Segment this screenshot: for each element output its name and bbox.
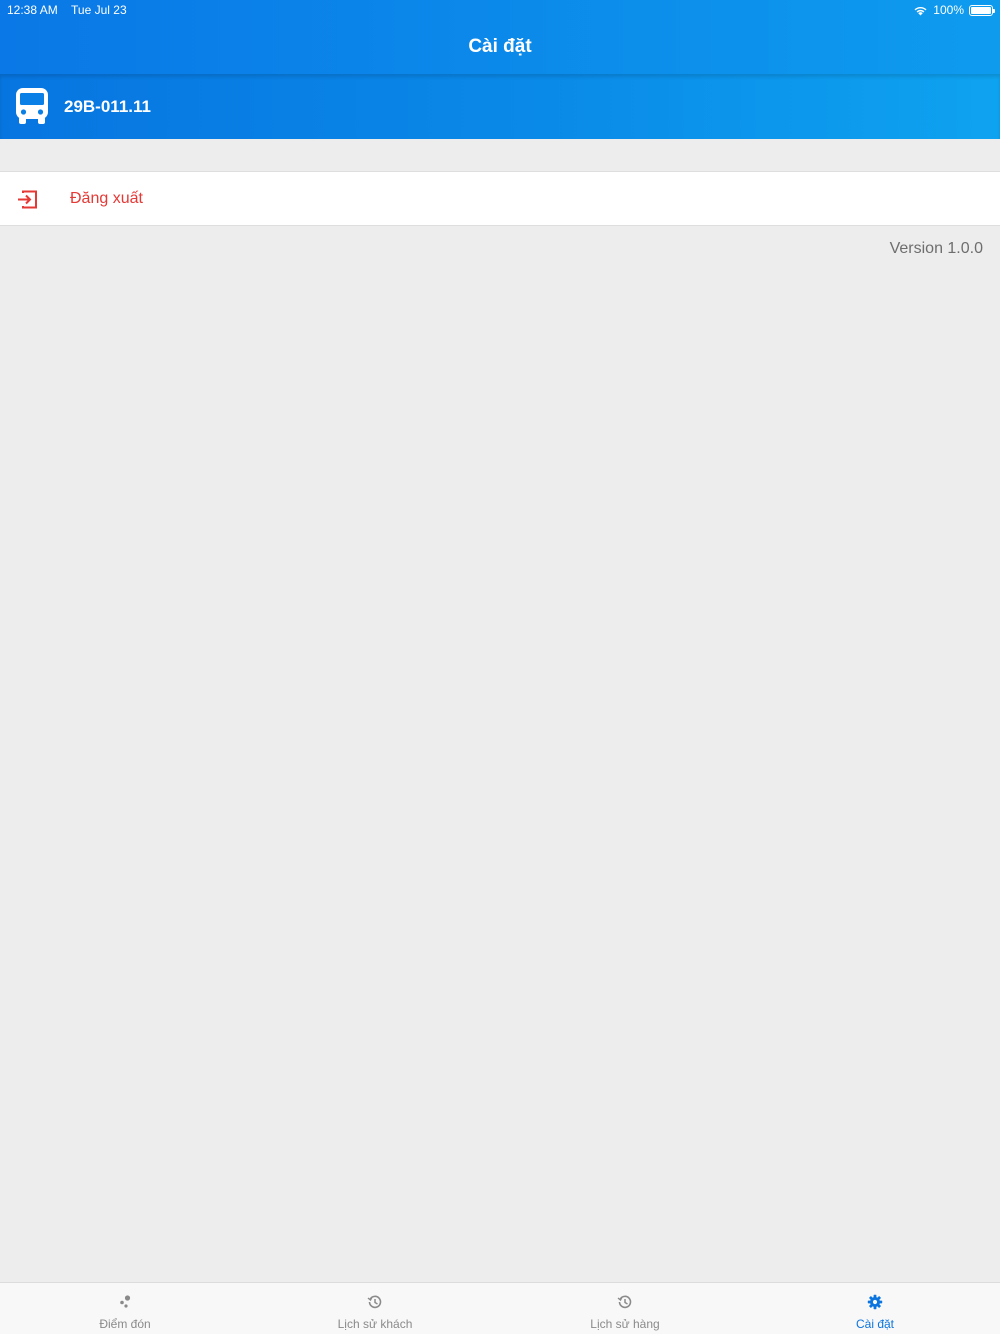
tab-label: Cài đặt	[855, 1317, 895, 1331]
vehicle-info-bar: 29B-011.11	[0, 74, 1000, 139]
battery-level	[971, 6, 991, 14]
logout-button[interactable]: Đăng xuất	[0, 171, 1000, 226]
gear-icon	[867, 1294, 883, 1310]
vehicle-plate: 29B-011.11	[64, 97, 151, 116]
wifi-icon	[914, 6, 927, 15]
logout-icon	[18, 190, 37, 209]
status-date: Tue Jul 23	[71, 3, 127, 17]
tab-pickup-points[interactable]: Điểm đón	[0, 1283, 250, 1334]
app-screen: 12:38 AM Tue Jul 23 100% Cài đặt 29B-011…	[0, 0, 1000, 1334]
tab-label: Điểm đón	[99, 1317, 151, 1331]
tab-bar: Điểm đón Lịch sử khách Lịch sử hàng Cài …	[0, 1282, 1000, 1334]
status-bar: 12:38 AM Tue Jul 23 100%	[0, 0, 1000, 20]
tab-settings[interactable]: Cài đặt	[750, 1283, 1000, 1334]
top-header: 12:38 AM Tue Jul 23 100% Cài đặt	[0, 0, 1000, 74]
page-title: Cài đặt	[468, 36, 532, 57]
tab-customer-history[interactable]: Lịch sử khách	[250, 1283, 500, 1334]
logout-label: Đăng xuất	[70, 190, 143, 207]
version-text: Version 1.0.0	[889, 240, 983, 257]
status-time: 12:38 AM	[7, 3, 58, 17]
bus-icon	[16, 88, 48, 124]
battery-icon	[969, 4, 995, 16]
tab-label: Lịch sử khách	[337, 1317, 413, 1331]
pickup-points-icon	[120, 1295, 131, 1308]
history-icon	[367, 1295, 382, 1309]
tab-label: Lịch sử hàng	[590, 1317, 660, 1331]
history-icon	[617, 1295, 632, 1309]
battery-percentage: 100%	[933, 3, 964, 17]
tab-goods-history[interactable]: Lịch sử hàng	[500, 1283, 750, 1334]
